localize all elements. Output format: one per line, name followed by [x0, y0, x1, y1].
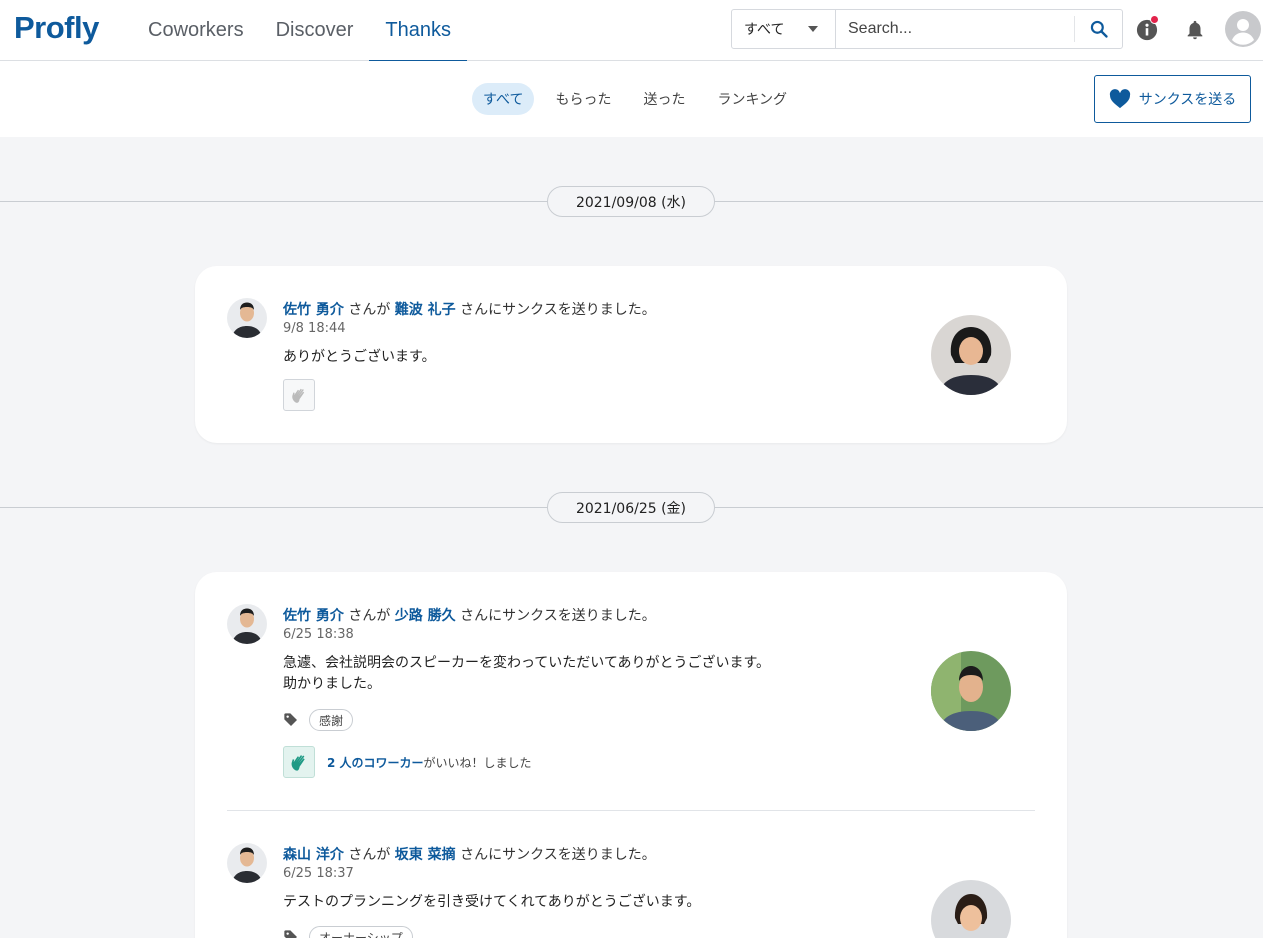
app-logo[interactable]: Profly: [14, 10, 99, 46]
receiver-avatar[interactable]: [931, 651, 1011, 731]
info-button[interactable]: [1131, 14, 1163, 46]
thanks-headline: 森山 洋介 さんが 坂東 菜摘 さんにサンクスを送りました。: [283, 844, 656, 864]
thanks-headline: 佐竹 勇介 さんが 難波 礼子 さんにサンクスを送りました。: [283, 299, 656, 319]
tag-icon: [284, 930, 297, 938]
thanks-entry: 佐竹 勇介 さんが 難波 礼子 さんにサンクスを送りました。 9/8 18:44…: [227, 266, 1035, 443]
clap-icon: [291, 755, 305, 771]
clap-icon: [292, 388, 305, 403]
tag-chip[interactable]: 感謝: [309, 709, 354, 731]
tab-ranking[interactable]: ランキング: [706, 83, 798, 115]
message-line: ありがとうございます。: [283, 349, 436, 365]
sender-avatar[interactable]: [227, 604, 267, 644]
sender-name[interactable]: 佐竹 勇介: [283, 608, 344, 624]
headline-connector: さんが: [348, 302, 391, 318]
sender-name[interactable]: 森山 洋介: [283, 847, 344, 863]
sender-avatar[interactable]: [227, 843, 267, 883]
message-line: テストのプランニングを引き受けてくれてありがとうございます。: [283, 894, 701, 910]
thanks-message: ありがとうございます。: [283, 347, 436, 368]
tab-sent[interactable]: 送った: [632, 83, 696, 115]
likes-count-link[interactable]: 2 人のコワーカー: [327, 756, 424, 770]
likes-summary: 2 人のコワーカーがいいね！しました: [327, 754, 532, 771]
thanks-time: 6/25 18:38: [283, 627, 354, 642]
tag-row: オーナーシップ: [283, 926, 413, 938]
user-menu-button[interactable]: [1225, 11, 1261, 47]
search-input[interactable]: [836, 10, 1074, 48]
search-scope-label: すべて: [744, 22, 785, 38]
receiver-name[interactable]: 坂東 菜摘: [395, 847, 456, 863]
search-button[interactable]: [1074, 16, 1122, 42]
message-line: 急遽、会社説明会のスピーカーを変わっていただいてありがとうございます。: [283, 655, 771, 671]
search-icon: [1090, 20, 1108, 38]
nav-discover[interactable]: Discover: [260, 0, 370, 61]
thanks-card: 佐竹 勇介 さんが 少路 勝久 さんにサンクスを送りました。 6/25 18:3…: [195, 572, 1067, 938]
like-button[interactable]: [283, 379, 315, 411]
thanks-card: 佐竹 勇介 さんが 難波 礼子 さんにサンクスを送りました。 9/8 18:44…: [195, 266, 1067, 443]
caret-down-icon: [808, 26, 818, 32]
receiver-name[interactable]: 難波 礼子: [395, 302, 456, 318]
sender-avatar[interactable]: [227, 298, 267, 338]
top-header: Profly Coworkers Discover Thanks すべて: [0, 0, 1263, 62]
thanks-entry: 佐竹 勇介 さんが 少路 勝久 さんにサンクスを送りました。 6/25 18:3…: [227, 572, 1035, 810]
bell-icon: [1187, 20, 1203, 40]
send-thanks-label: サンクスを送る: [1138, 92, 1237, 108]
sender-name[interactable]: 佐竹 勇介: [283, 302, 344, 318]
tag-row: 感謝: [283, 709, 354, 731]
filter-bar: すべて もらった 送った ランキング サンクスを送る: [0, 61, 1263, 137]
tab-received[interactable]: もらった: [544, 83, 622, 115]
headline-suffix: さんにサンクスを送りました。: [460, 847, 656, 863]
date-label: 2021/06/25 (金): [547, 492, 715, 523]
thanks-message: 急遽、会社説明会のスピーカーを変わっていただいてありがとうございます。 助かりま…: [283, 653, 770, 695]
thanks-filter-tabs: すべて もらった 送った ランキング: [472, 83, 808, 115]
message-line: 助かりました。: [283, 676, 381, 692]
like-button[interactable]: [283, 746, 315, 778]
receiver-avatar[interactable]: [931, 880, 1011, 938]
nav-thanks[interactable]: Thanks: [369, 0, 467, 62]
send-thanks-button[interactable]: サンクスを送る: [1094, 75, 1251, 123]
heart-icon: [1109, 89, 1130, 109]
notifications-button[interactable]: [1179, 14, 1211, 46]
nav-coworkers[interactable]: Coworkers: [132, 0, 260, 61]
thanks-headline: 佐竹 勇介 さんが 少路 勝久 さんにサンクスを送りました。: [283, 605, 656, 625]
date-label: 2021/09/08 (水): [547, 186, 715, 217]
likes-suffix: がいいね！しました: [423, 756, 532, 770]
thanks-time: 6/25 18:37: [283, 866, 354, 881]
user-avatar-icon: [1225, 11, 1261, 47]
headline-suffix: さんにサンクスを送りました。: [460, 608, 656, 624]
headline-connector: さんが: [348, 608, 391, 624]
thanks-entry: 森山 洋介 さんが 坂東 菜摘 さんにサンクスを送りました。 6/25 18:3…: [227, 811, 1035, 938]
search-bar: すべて: [731, 9, 1123, 49]
tab-all[interactable]: すべて: [472, 83, 535, 115]
main-nav: Coworkers Discover Thanks: [132, 0, 467, 62]
receiver-name[interactable]: 少路 勝久: [395, 608, 456, 624]
tag-chip[interactable]: オーナーシップ: [309, 926, 413, 938]
search-scope-select[interactable]: すべて: [732, 10, 836, 48]
thanks-message: テストのプランニングを引き受けてくれてありがとうございます。: [283, 892, 700, 913]
headline-suffix: さんにサンクスを送りました。: [460, 302, 656, 318]
headline-connector: さんが: [348, 847, 391, 863]
notification-dot: [1150, 15, 1159, 24]
thanks-time: 9/8 18:44: [283, 321, 346, 336]
tag-icon: [284, 713, 297, 726]
receiver-avatar[interactable]: [931, 315, 1011, 395]
